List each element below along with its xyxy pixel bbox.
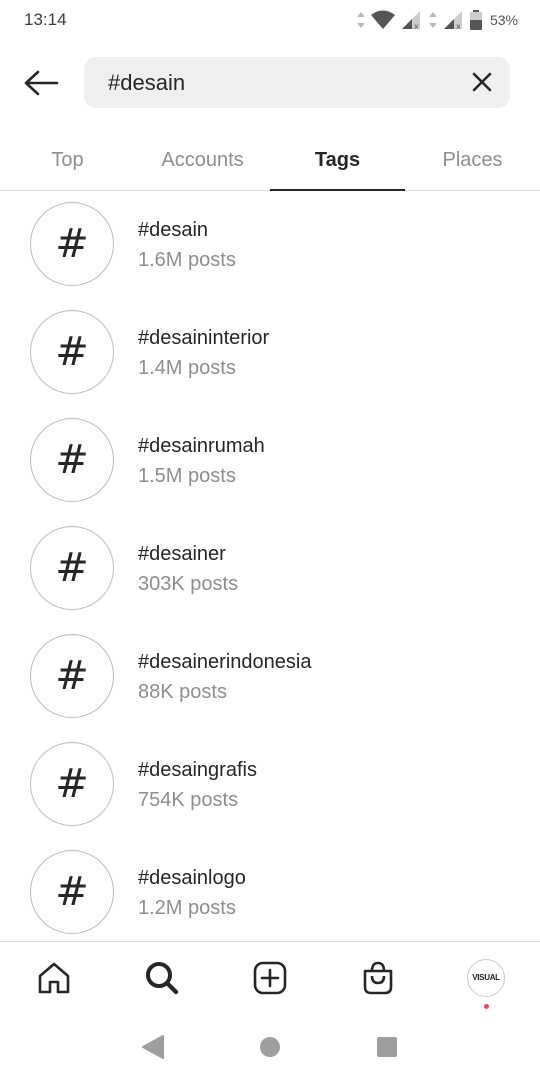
shop-icon — [363, 961, 393, 994]
tag-result-row[interactable]: # #desainer 303K posts — [0, 516, 540, 624]
back-button[interactable] — [20, 62, 62, 104]
tag-name: #desainrumah — [138, 435, 265, 457]
hashtag-icon: # — [30, 526, 114, 610]
status-icons: x x 53% — [356, 8, 518, 32]
status-time: 13:14 — [24, 10, 67, 29]
tag-post-count: 1.2M posts — [138, 897, 236, 919]
battery-icon — [469, 10, 482, 30]
battery-percent: 53% — [489, 12, 518, 28]
search-box — [84, 57, 510, 108]
system-back-button[interactable] — [133, 1027, 173, 1067]
hashtag-icon: # — [30, 202, 114, 286]
square-recents-icon — [376, 1036, 397, 1057]
search-icon — [146, 961, 179, 994]
search-tabs: Top Accounts Tags Places — [0, 130, 540, 191]
tag-post-count: 1.4M posts — [138, 357, 236, 379]
status-bar: 13:14 x x 53% — [0, 0, 540, 40]
notification-dot — [484, 1004, 489, 1009]
tab-top[interactable]: Top — [0, 130, 135, 190]
system-nav-bar — [0, 1013, 540, 1080]
tag-name: #desaingrafis — [138, 759, 257, 781]
tag-post-count: 754K posts — [138, 789, 239, 811]
tag-post-count: 88K posts — [138, 681, 227, 703]
tab-places[interactable]: Places — [405, 130, 540, 190]
hashtag-icon: # — [30, 742, 114, 826]
system-recents-button[interactable] — [367, 1027, 407, 1067]
signal-icon: x — [443, 11, 462, 30]
hashtag-icon: # — [30, 850, 114, 934]
home-icon — [38, 962, 70, 993]
tag-name: #desaininterior — [138, 327, 270, 349]
nav-new-post[interactable] — [216, 942, 324, 1013]
svg-text:x: x — [456, 22, 461, 30]
tag-results-list: # #desain 1.6M posts # #desaininterior 1… — [0, 192, 540, 948]
system-home-button[interactable] — [250, 1027, 290, 1067]
tag-name: #desainerindonesia — [138, 651, 312, 673]
tag-result-row[interactable]: # #desainlogo 1.2M posts — [0, 840, 540, 948]
nav-profile[interactable]: VISUAL — [432, 942, 540, 1013]
search-input[interactable] — [108, 57, 448, 108]
tag-post-count: 303K posts — [138, 573, 239, 595]
nav-shop[interactable] — [324, 942, 432, 1013]
close-icon — [472, 72, 492, 92]
new-post-icon — [253, 961, 287, 994]
data-arrows-icon — [428, 12, 437, 28]
wifi-icon — [370, 10, 395, 29]
svg-text:x: x — [414, 22, 419, 30]
profile-avatar: VISUAL — [467, 958, 505, 997]
tag-name: #desain — [138, 219, 209, 241]
hashtag-icon: # — [30, 310, 114, 394]
tag-result-row[interactable]: # #desaininterior 1.4M posts — [0, 300, 540, 408]
tag-result-row[interactable]: # #desain 1.6M posts — [0, 192, 540, 300]
triangle-back-icon — [142, 1034, 165, 1059]
tag-post-count: 1.6M posts — [138, 249, 236, 271]
signal-icon: x — [401, 11, 420, 30]
tab-accounts[interactable]: Accounts — [135, 130, 270, 190]
back-arrow-icon — [24, 70, 59, 96]
bottom-nav: VISUAL — [0, 941, 540, 1013]
tag-result-row[interactable]: # #desaingrafis 754K posts — [0, 732, 540, 840]
tag-result-row[interactable]: # #desainerindonesia 88K posts — [0, 624, 540, 732]
nav-home[interactable] — [0, 942, 108, 1013]
hashtag-icon: # — [30, 634, 114, 718]
tag-post-count: 1.5M posts — [138, 465, 236, 487]
clear-search-button[interactable] — [468, 68, 496, 96]
tab-tags[interactable]: Tags — [270, 130, 405, 191]
tag-result-row[interactable]: # #desainrumah 1.5M posts — [0, 408, 540, 516]
circle-home-icon — [259, 1036, 280, 1057]
tag-name: #desainlogo — [138, 867, 246, 889]
hashtag-icon: # — [30, 418, 114, 502]
tag-name: #desainer — [138, 543, 226, 565]
data-arrows-icon — [356, 12, 365, 28]
nav-search[interactable] — [108, 942, 216, 1013]
